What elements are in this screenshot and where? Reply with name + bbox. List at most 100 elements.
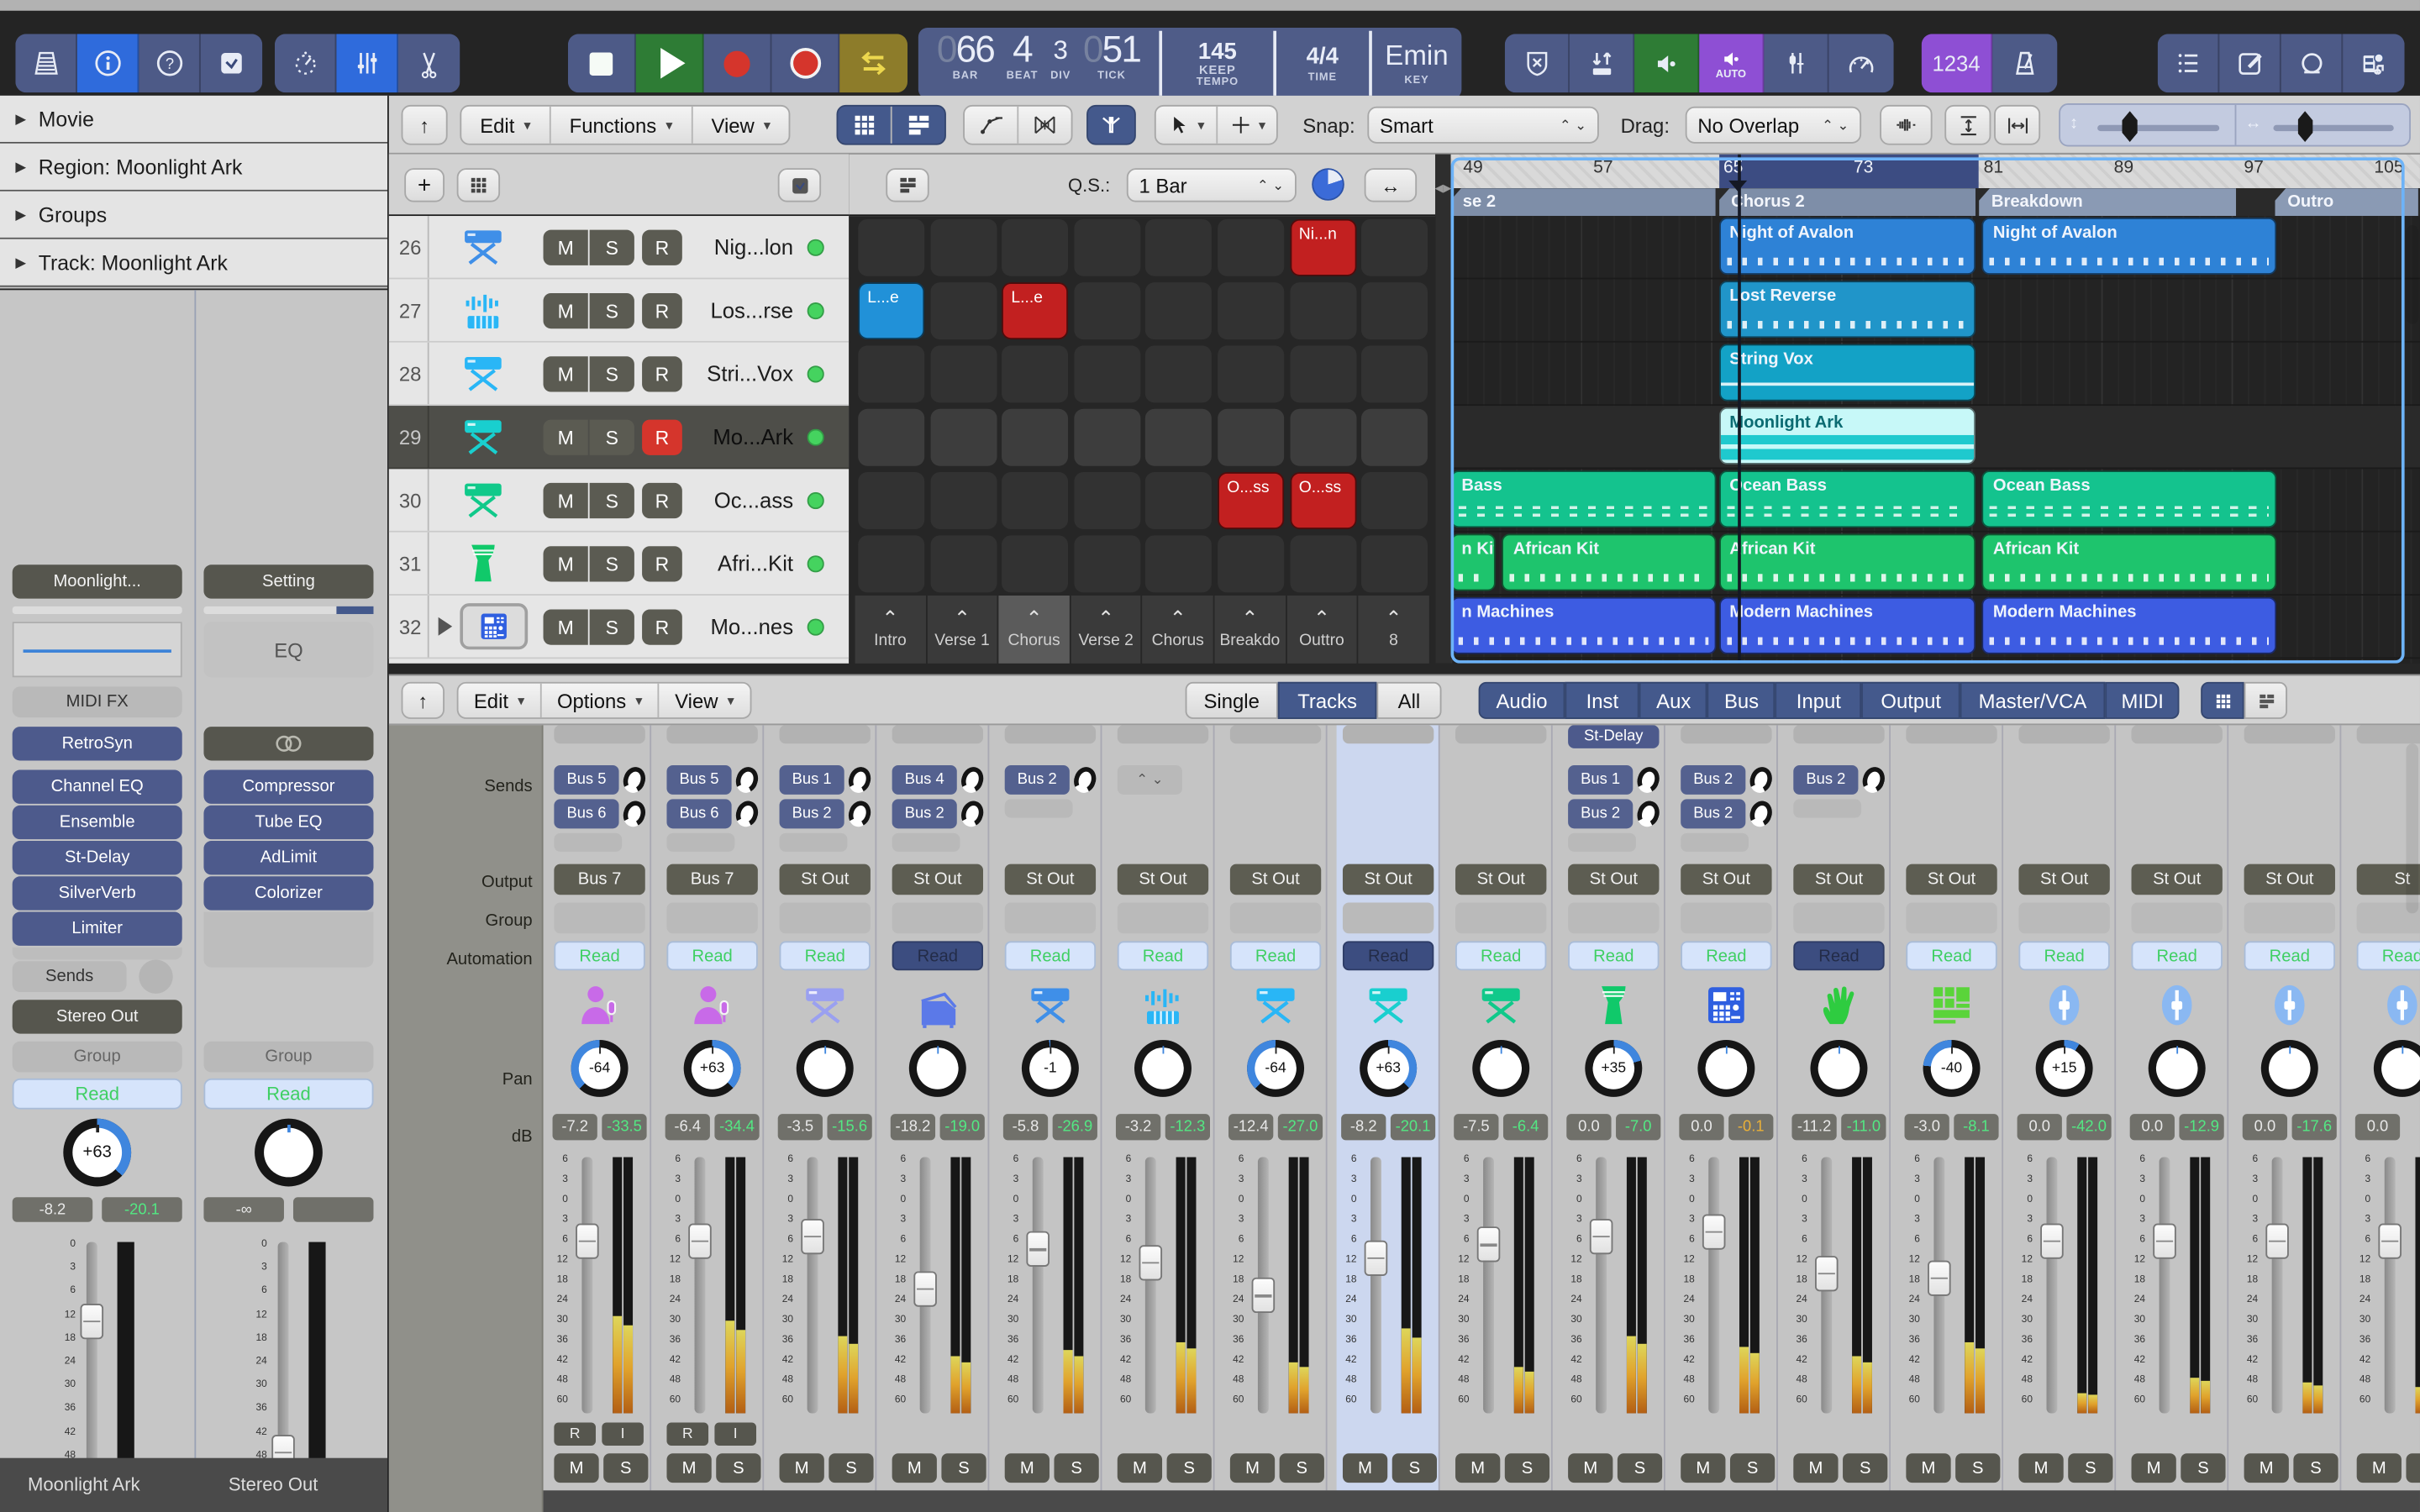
automation-mode-button[interactable]: Read: [554, 941, 644, 970]
volume-fader[interactable]: [2272, 1158, 2283, 1414]
mute-button[interactable]: M: [1455, 1453, 1500, 1483]
slider-thumb[interactable]: [2297, 111, 2312, 142]
mute-button[interactable]: M: [2244, 1453, 2289, 1483]
input-monitor-button[interactable]: I: [602, 1422, 644, 1446]
output-slot[interactable]: St Out: [1793, 864, 1884, 895]
pan-knob[interactable]: [1472, 1040, 1529, 1097]
automation-mode-button[interactable]: Read: [1005, 941, 1096, 970]
fader-cap[interactable]: [2153, 1223, 2176, 1258]
solo-button[interactable]: S: [1618, 1453, 1662, 1483]
audio-fx-slot[interactable]: AdLimit: [203, 841, 373, 874]
scene-trigger[interactable]: ⌃Chorus: [1143, 596, 1213, 664]
grid-cell[interactable]: [1074, 219, 1140, 276]
mute-button[interactable]: M: [544, 420, 588, 455]
send-slot[interactable]: Bus 2: [892, 799, 983, 828]
mixer-strip-2[interactable]: Bus 5Bus 6Bus 7Read+63-6.4-34.4630361218…: [660, 725, 764, 1490]
track-lane[interactable]: n KitAfrican KitAfrican KitAfrican Kit: [1451, 533, 2420, 596]
group-slot[interactable]: [2018, 902, 2109, 933]
fader-cap[interactable]: [913, 1271, 937, 1306]
send-knob[interactable]: [1747, 764, 1776, 796]
midi-fx-slot[interactable]: MIDI FX: [13, 686, 182, 717]
output-slot[interactable]: Bus 7: [554, 864, 644, 895]
pan-knob[interactable]: +63: [684, 1040, 741, 1097]
mixer-strip-5[interactable]: Bus 2St OutRead-1-5.8-26.963036121824303…: [998, 725, 1102, 1490]
record-enable-button[interactable]: R: [666, 1422, 708, 1446]
track-options-button[interactable]: [778, 168, 821, 202]
mute-button[interactable]: M: [1906, 1453, 1950, 1483]
scissors-button[interactable]: [398, 34, 460, 92]
record-enable-button[interactable]: R: [554, 1422, 596, 1446]
grid-cell[interactable]: [930, 282, 997, 339]
send-knob[interactable]: [139, 959, 172, 993]
send-destination[interactable]: Bus 2: [892, 799, 957, 828]
pan-knob[interactable]: +15: [2036, 1040, 2093, 1097]
cycle-button[interactable]: [839, 34, 908, 92]
output-slot[interactable]: St Out: [1568, 864, 1659, 895]
automation-mode-button[interactable]: Read: [1118, 941, 1208, 970]
grid-cell[interactable]: [1146, 345, 1213, 402]
fader-cap[interactable]: [1477, 1227, 1501, 1263]
mixer-view-tab-all[interactable]: All: [1376, 682, 1441, 719]
mixer-strip-7[interactable]: St OutRead-64-12.4-27.063036121824303642…: [1224, 725, 1328, 1490]
grid-cell[interactable]: [858, 535, 924, 592]
mute-button[interactable]: M: [1230, 1453, 1275, 1483]
record-enable-button[interactable]: R: [642, 230, 682, 265]
drag-dropdown[interactable]: No Overlap⌃ ⌄: [1686, 107, 1861, 144]
group-slot[interactable]: [1230, 902, 1321, 933]
track-row-27[interactable]: 27MSRLos...rse: [389, 279, 849, 342]
grid-cell[interactable]: [930, 345, 997, 402]
volume-fader[interactable]: [808, 1158, 818, 1414]
fader-cap[interactable]: [1139, 1245, 1163, 1280]
grid-cell[interactable]: [930, 409, 997, 466]
audio-fx-slot[interactable]: Compressor: [203, 770, 373, 804]
scene-trigger[interactable]: ⌃Chorus: [999, 596, 1070, 664]
grid-cell[interactable]: [1074, 282, 1140, 339]
send-knob[interactable]: [958, 798, 986, 830]
grid-cell[interactable]: [1218, 535, 1284, 592]
loop-button[interactable]: [2281, 34, 2343, 92]
timeline-divider[interactable]: ◀▶: [1435, 155, 1450, 664]
scene-trigger[interactable]: ⌃8: [1359, 596, 1429, 664]
output-slot[interactable]: St Out: [892, 864, 983, 895]
send-destination[interactable]: Bus 2: [780, 799, 844, 828]
solo-button[interactable]: S: [603, 1453, 648, 1483]
grid-expand-button[interactable]: ↔: [1365, 168, 1417, 202]
solo-button[interactable]: S: [1280, 1453, 1324, 1483]
mixer-filter-aux[interactable]: Aux: [1639, 682, 1707, 719]
add-track-button[interactable]: +: [404, 168, 445, 202]
speaker-auto-button[interactable]: AUTO: [1699, 34, 1764, 92]
send-destination[interactable]: Bus 5: [666, 765, 731, 795]
catch-playhead-button[interactable]: [1086, 105, 1136, 145]
grid-cell[interactable]: [1146, 535, 1213, 592]
output-slot[interactable]: St Out: [2244, 864, 2335, 895]
arrange-marker[interactable]: Breakdown: [1979, 188, 2236, 216]
mute-button[interactable]: M: [544, 230, 588, 265]
track-row-31[interactable]: 31MSRAfri...Kit: [389, 533, 849, 596]
send-knob[interactable]: [620, 764, 649, 796]
fader-cap[interactable]: [1252, 1278, 1276, 1313]
region[interactable]: String Vox: [1718, 344, 1975, 402]
mute-button[interactable]: M: [1793, 1453, 1838, 1483]
info-button[interactable]: [77, 34, 139, 92]
grid-cell[interactable]: [1218, 409, 1284, 466]
track-row-28[interactable]: 28MSRStri...Vox: [389, 343, 849, 406]
pan-knob[interactable]: [1134, 1040, 1192, 1097]
library-button[interactable]: [15, 34, 76, 92]
send-destination[interactable]: Bus 1: [780, 765, 844, 795]
mixer-filter-bus[interactable]: Bus: [1707, 682, 1776, 719]
output-slot[interactable]: St Out: [780, 864, 871, 895]
pan-knob[interactable]: -64: [1247, 1040, 1304, 1097]
grid-cell[interactable]: [1290, 535, 1356, 592]
solo-button[interactable]: S: [1054, 1453, 1098, 1483]
track-sort-button[interactable]: [457, 168, 500, 202]
automation-mode-button[interactable]: Read: [1230, 941, 1321, 970]
mixer-filter-output[interactable]: Output: [1862, 682, 1960, 719]
mute-button[interactable]: M: [2132, 1453, 2176, 1483]
send-slot[interactable]: Bus 5: [666, 765, 757, 795]
solo-button[interactable]: S: [1730, 1453, 1775, 1483]
track-row-26[interactable]: 26MSRNig...lon: [389, 216, 849, 279]
mixer-menu-options[interactable]: Options▾: [542, 684, 660, 717]
solo-button[interactable]: S: [1505, 1453, 1549, 1483]
help-button[interactable]: ?: [139, 34, 200, 92]
punch-button[interactable]: [1570, 34, 1634, 92]
